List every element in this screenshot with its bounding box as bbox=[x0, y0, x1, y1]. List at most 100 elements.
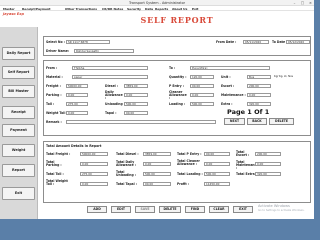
menu-about-us[interactable]: About Us bbox=[172, 7, 187, 11]
sr-no-field[interactable]: SR 1117 6878 bbox=[66, 39, 110, 44]
page-indicator: Page 1 Of 1 bbox=[227, 108, 270, 116]
exit-button[interactable]: EXIT bbox=[233, 206, 253, 213]
menu-master[interactable]: Master bbox=[3, 7, 15, 11]
to-field[interactable]: Pune(Wira) bbox=[190, 65, 270, 70]
total-extra-label: Total Extra : bbox=[236, 172, 258, 176]
to-label: To : bbox=[169, 66, 176, 70]
sidebar-item-payment[interactable]: Payment bbox=[2, 124, 35, 137]
total-loading-field: 500.00 bbox=[204, 171, 230, 176]
tapal-field[interactable]: 00.00 bbox=[124, 110, 148, 115]
freight-field[interactable]: 50000.00 bbox=[66, 83, 88, 88]
remark-label: Remark : bbox=[46, 120, 62, 124]
activation-watermark-hint: Go to Settings to activate Windows. bbox=[258, 209, 305, 212]
sidebar-item-bill-master[interactable]: Bill Master bbox=[2, 85, 35, 98]
extra-field[interactable]: 320.00 bbox=[247, 101, 271, 106]
total-p-entry-field: 00.00 bbox=[204, 151, 230, 156]
from-field[interactable]: Thilbha bbox=[72, 65, 148, 70]
total-cleaner-allowance-field: 0.00 bbox=[204, 161, 230, 166]
app-name: Jayaso Exp bbox=[3, 12, 25, 16]
sidebar-item-daily-report[interactable]: Daily Report bbox=[2, 47, 35, 60]
cleaner-allowance-label: Cleaner Allowance : bbox=[169, 90, 187, 101]
total-freight-label: Total Freight : bbox=[46, 152, 71, 156]
delete-button[interactable]: DELETE bbox=[159, 206, 181, 213]
sidebar: Daily Report Self Report Bill Master Rec… bbox=[0, 27, 38, 219]
from-date-field[interactable]: 05/11/2020 bbox=[243, 39, 269, 44]
menu-receipt-payment[interactable]: Receipt/Payment bbox=[22, 7, 51, 11]
menu-cr-dr-notes[interactable]: CR/DR Notes bbox=[102, 7, 123, 11]
unloading-field[interactable]: 500.00 bbox=[124, 101, 148, 106]
total-weight-toll-label: Total Weight Toll : bbox=[46, 179, 68, 187]
sidebar-item-self-report[interactable]: Self Report bbox=[2, 66, 35, 79]
next-button[interactable]: NEXT bbox=[224, 118, 245, 125]
menu-exit[interactable]: Exit bbox=[192, 7, 198, 11]
toll-field[interactable]: 275.00 bbox=[66, 101, 88, 106]
menu-bar: Master Receipt/Payment Other Transaction… bbox=[0, 6, 314, 11]
sidebar-item-report[interactable]: Report bbox=[2, 164, 35, 177]
profit-field: 11450.00 bbox=[204, 181, 230, 186]
total-cleaner-allowance-label: Total Cleaner Allowance : bbox=[177, 159, 200, 167]
loading-field[interactable]: 500.00 bbox=[190, 101, 214, 106]
total-diesel-label: Total Diesel : bbox=[116, 152, 139, 156]
edit-button[interactable]: EDIT bbox=[111, 206, 131, 213]
save-button[interactable]: SAVE bbox=[135, 206, 155, 213]
total-toll-label: Total Toll : bbox=[46, 172, 64, 176]
total-tapal-field: 00.00 bbox=[143, 181, 171, 186]
total-unloading-label: Total Unloading : bbox=[116, 170, 136, 178]
window-title: Transport System - Administrator bbox=[128, 1, 186, 5]
parking-label: Parking : bbox=[46, 93, 62, 97]
report-header-panel: Select No : SR 1117 6878 From Date : 05/… bbox=[43, 36, 311, 56]
diesel-field[interactable]: 3859.00 bbox=[124, 83, 148, 88]
parking-field[interactable]: 0.00 bbox=[66, 92, 88, 97]
tapal-label: Tapal : bbox=[105, 111, 117, 115]
menu-reports[interactable]: Reports bbox=[155, 7, 168, 11]
menu-security[interactable]: Security bbox=[127, 7, 141, 11]
sr-no-label: Select No : bbox=[46, 40, 65, 44]
close-button[interactable]: × bbox=[307, 1, 314, 6]
menu-other-transactions[interactable]: Other Transactions bbox=[65, 7, 97, 11]
back-button[interactable]: BACK bbox=[247, 118, 267, 125]
from-label: From : bbox=[46, 66, 58, 70]
maximize-button[interactable]: □ bbox=[299, 1, 306, 6]
driver-name-label: Driver Name: bbox=[46, 49, 70, 53]
total-extra-field: 320.00 bbox=[255, 171, 281, 176]
total-weight-toll-field: 0.00 bbox=[80, 181, 108, 186]
clear-button[interactable]: CLEAR bbox=[209, 206, 229, 213]
total-parking-label: Total Parking : bbox=[46, 160, 62, 168]
total-parking-field: 0.00 bbox=[80, 161, 108, 166]
maintenance-field[interactable]: 0.00 bbox=[247, 92, 271, 97]
to-date-field[interactable]: 05/12/2020 bbox=[286, 39, 310, 44]
remark-field[interactable] bbox=[66, 119, 216, 124]
loading-label: Loading : bbox=[169, 102, 186, 106]
total-p-entry-label: Total P Entry : bbox=[177, 152, 202, 156]
driver-name-field[interactable]: Rohdai Sanpathi bbox=[74, 48, 134, 53]
escort-label: Escort : bbox=[221, 84, 235, 88]
profit-label: Profit : bbox=[177, 182, 190, 186]
p-entry-field[interactable]: 00.00 bbox=[190, 83, 214, 88]
total-maintenance-label: Total Maintenance : bbox=[236, 160, 259, 171]
freight-label: Freight : bbox=[46, 84, 61, 88]
quantity-label: Quantity : bbox=[169, 75, 187, 79]
cleaner-allowance-field[interactable]: 0.00 bbox=[190, 92, 214, 97]
unit-field[interactable]: Bus bbox=[247, 74, 271, 79]
find-button[interactable]: FIND bbox=[185, 206, 205, 213]
total-daily-allowance-label: Total Daily Allowance : bbox=[116, 160, 137, 168]
weight-toll-field[interactable]: 0.00 bbox=[66, 110, 88, 115]
material-label: Material : bbox=[46, 75, 63, 79]
quantity-field[interactable]: 120.00 bbox=[190, 74, 214, 79]
add-button[interactable]: ADD bbox=[87, 206, 107, 213]
escort-field[interactable]: 200.00 bbox=[247, 83, 271, 88]
from-date-label: From Date : bbox=[216, 40, 237, 44]
total-loading-label: Total Loading : bbox=[177, 172, 203, 176]
daily-allowance-field[interactable]: 0.00 bbox=[124, 92, 148, 97]
minimize-button[interactable]: – bbox=[291, 1, 298, 6]
total-tapal-label: Total Tapal : bbox=[116, 182, 138, 186]
total-maintenance-field: 0.00 bbox=[255, 161, 281, 166]
sidebar-item-weight[interactable]: Weight bbox=[2, 144, 35, 157]
page-title: SELF REPORT bbox=[140, 15, 214, 25]
sidebar-item-receipt[interactable]: Receipt bbox=[2, 106, 35, 119]
sidebar-item-exit[interactable]: Exit bbox=[2, 187, 35, 200]
material-field[interactable]: paper bbox=[72, 74, 148, 79]
menu-data[interactable]: Data bbox=[145, 7, 153, 11]
delete-record-button[interactable]: DELETE bbox=[269, 118, 294, 125]
total-escort-label: Total Escort : bbox=[236, 150, 250, 158]
